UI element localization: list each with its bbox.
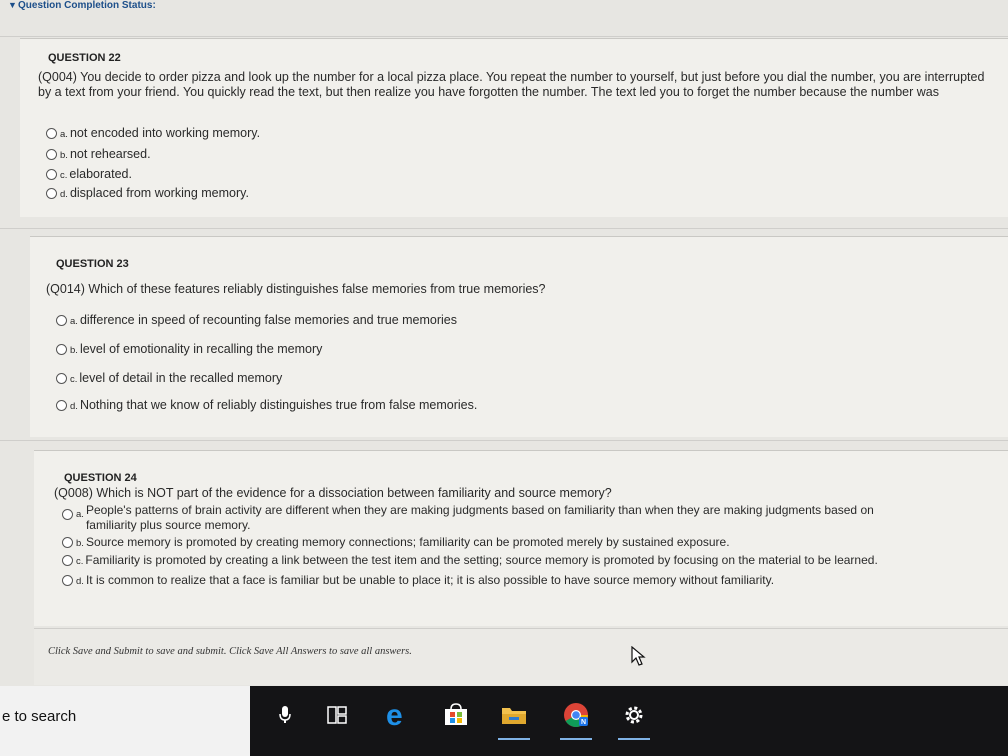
option-d[interactable]: d. It is common to realize that a face is… — [62, 573, 992, 587]
option-a[interactable]: a. difference in speed of recounting fals… — [56, 313, 457, 327]
microphone-icon[interactable] — [265, 690, 305, 740]
divider — [0, 440, 1008, 441]
radio-button[interactable] — [46, 169, 57, 181]
option-c[interactable]: c. elaborated. — [46, 167, 132, 181]
footer-instructions: Click Save and Submit to save and submit… — [48, 646, 412, 657]
option-b[interactable]: b. not rehearsed. — [46, 147, 151, 161]
search-placeholder: e to search — [2, 708, 77, 725]
question-title: QUESTION 22 — [48, 52, 121, 64]
completion-status-label: Question Completion Status: — [18, 0, 156, 11]
question-title: QUESTION 23 — [56, 258, 129, 270]
option-d[interactable]: d. displaced from working memory. — [46, 186, 249, 200]
radio-button[interactable] — [56, 373, 67, 385]
radio-button[interactable] — [56, 315, 67, 327]
question-text: (Q008) Which is NOT part of the evidence… — [54, 486, 612, 500]
store-icon[interactable] — [436, 690, 476, 740]
radio-button[interactable] — [62, 555, 73, 567]
status-bar: ▼ Question Completion Status: — [0, 0, 1008, 14]
chevron-down-icon[interactable]: ▼ — [8, 0, 17, 10]
mouse-pointer-icon — [631, 646, 646, 666]
radio-button[interactable] — [56, 344, 67, 356]
option-c[interactable]: c. Familiarity is promoted by creating a … — [62, 553, 992, 567]
question-text: (Q014) Which of these features reliably … — [46, 282, 546, 296]
option-b[interactable]: b. Source memory is promoted by creating … — [62, 535, 992, 549]
radio-button[interactable] — [62, 575, 73, 587]
active-indicator — [560, 738, 592, 740]
radio-button[interactable] — [46, 149, 57, 161]
active-indicator — [498, 738, 530, 740]
taskbar-search-box[interactable]: e to search — [0, 686, 250, 756]
settings-icon[interactable] — [614, 690, 654, 740]
chrome-icon[interactable]: N — [556, 690, 596, 740]
svg-text:N: N — [581, 719, 586, 726]
radio-button[interactable] — [56, 400, 67, 412]
question-title: QUESTION 24 — [64, 472, 137, 484]
option-a[interactable]: a. People's patterns of brain activity ar… — [62, 503, 986, 533]
question-text: (Q004) You decide to order pizza and loo… — [38, 70, 985, 99]
option-a[interactable]: a. not encoded into working memory. — [46, 126, 260, 140]
svg-text:e: e — [386, 700, 403, 730]
active-indicator — [618, 738, 650, 740]
radio-button[interactable] — [62, 537, 73, 549]
taskbar: e to search e N — [0, 686, 1008, 756]
radio-button[interactable] — [62, 509, 73, 520]
option-d[interactable]: d. Nothing that we know of reliably disti… — [56, 398, 477, 412]
file-explorer-icon[interactable] — [494, 690, 534, 740]
radio-button[interactable] — [46, 188, 57, 200]
edge-browser-icon[interactable]: e — [378, 690, 418, 740]
divider — [0, 228, 1008, 229]
option-b[interactable]: b. level of emotionality in recalling the… — [56, 342, 322, 356]
divider — [0, 36, 1008, 37]
radio-button[interactable] — [46, 128, 57, 140]
task-view-icon[interactable] — [318, 690, 358, 740]
option-c[interactable]: c. level of detail in the recalled memory — [56, 371, 282, 385]
